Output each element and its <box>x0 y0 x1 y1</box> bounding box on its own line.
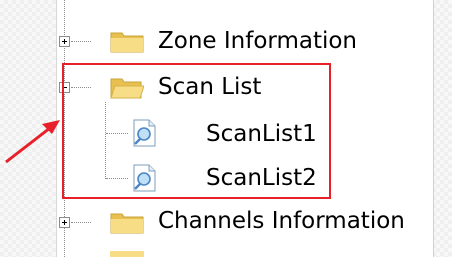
tree-connector <box>71 222 91 223</box>
expand-zone-information-toggle[interactable] <box>59 36 70 47</box>
folder-icon <box>110 32 144 53</box>
highlight-box <box>62 63 331 199</box>
expand-channels-information-toggle[interactable] <box>59 217 70 228</box>
folder-icon <box>110 213 144 234</box>
tree-item-channels-information[interactable]: Channels Information <box>158 207 405 235</box>
tree-connector <box>71 41 91 42</box>
tree-item-zone-information[interactable]: Zone Information <box>158 27 357 55</box>
folder-icon <box>110 251 144 257</box>
